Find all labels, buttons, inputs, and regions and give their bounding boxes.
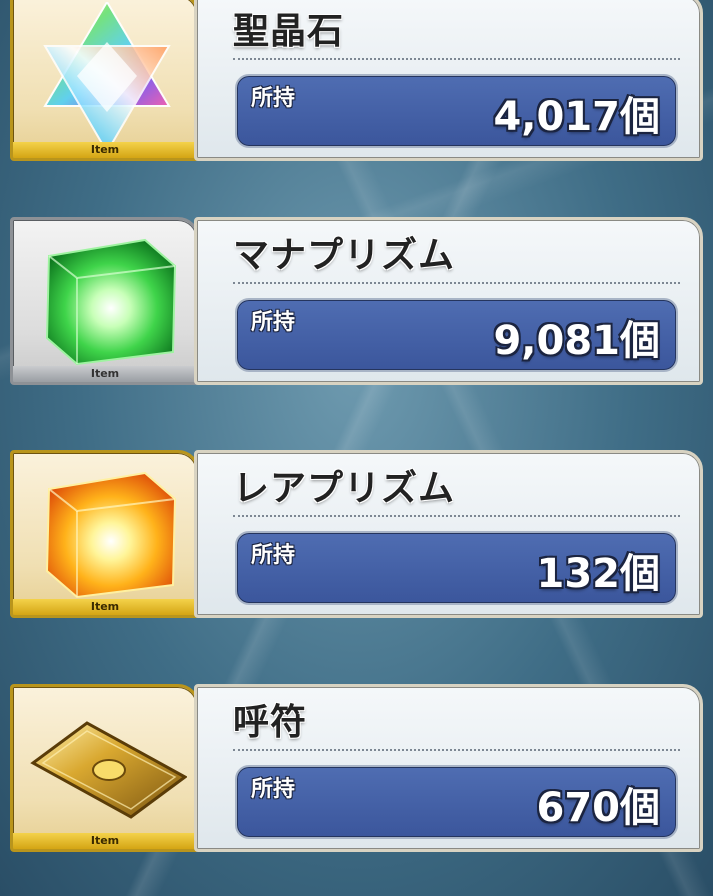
- item-name: マナプリズム: [233, 235, 456, 276]
- owned-label: 所持: [251, 86, 296, 111]
- owned-count-box: 所持 670個: [235, 765, 678, 839]
- item-card-summon-ticket[interactable]: Item 呼符 所持 670個: [10, 684, 703, 860]
- summon-ticket-icon: [30, 721, 187, 819]
- item-tag: Item: [13, 142, 197, 158]
- owned-label: 所持: [251, 777, 296, 802]
- item-card-saint-quartz[interactable]: Item 聖晶石 所持 4,017個: [10, 0, 703, 169]
- owned-count: 9,081個: [493, 318, 660, 364]
- owned-count-box: 所持 132個: [235, 531, 678, 605]
- rare-prism-icon: [45, 471, 177, 599]
- item-info-panel: 呼符 所持 670個: [194, 684, 703, 852]
- item-icon-frame: Item: [10, 450, 200, 618]
- item-card-rare-prism[interactable]: Item レアプリズム 所持 132個: [10, 450, 703, 626]
- item-name: 呼符: [233, 702, 308, 743]
- item-name: 聖晶石: [233, 11, 345, 52]
- item-tag: Item: [13, 833, 197, 849]
- owned-count: 132個: [536, 551, 661, 597]
- item-info-panel: 聖晶石 所持 4,017個: [194, 0, 703, 161]
- item-name: レアプリズム: [233, 468, 456, 509]
- divider: [233, 749, 680, 751]
- item-tag: Item: [13, 366, 197, 382]
- owned-label: 所持: [251, 543, 296, 568]
- owned-count-box: 所持 4,017個: [235, 74, 678, 148]
- saint-quartz-icon: [43, 2, 171, 142]
- owned-label: 所持: [251, 310, 296, 335]
- item-info-panel: レアプリズム 所持 132個: [194, 450, 703, 618]
- item-info-panel: マナプリズム 所持 9,081個: [194, 217, 703, 385]
- item-tag: Item: [13, 599, 197, 615]
- owned-count: 4,017個: [493, 94, 660, 140]
- mana-prism-icon: [45, 238, 177, 366]
- divider: [233, 58, 680, 60]
- divider: [233, 515, 680, 517]
- owned-count-box: 所持 9,081個: [235, 298, 678, 372]
- item-card-mana-prism[interactable]: Item マナプリズム 所持 9,081個: [10, 217, 703, 393]
- item-icon-frame: Item: [10, 684, 200, 852]
- owned-count: 670個: [536, 785, 661, 831]
- item-icon-frame: Item: [10, 217, 200, 385]
- divider: [233, 282, 680, 284]
- item-icon-frame: Item: [10, 0, 200, 161]
